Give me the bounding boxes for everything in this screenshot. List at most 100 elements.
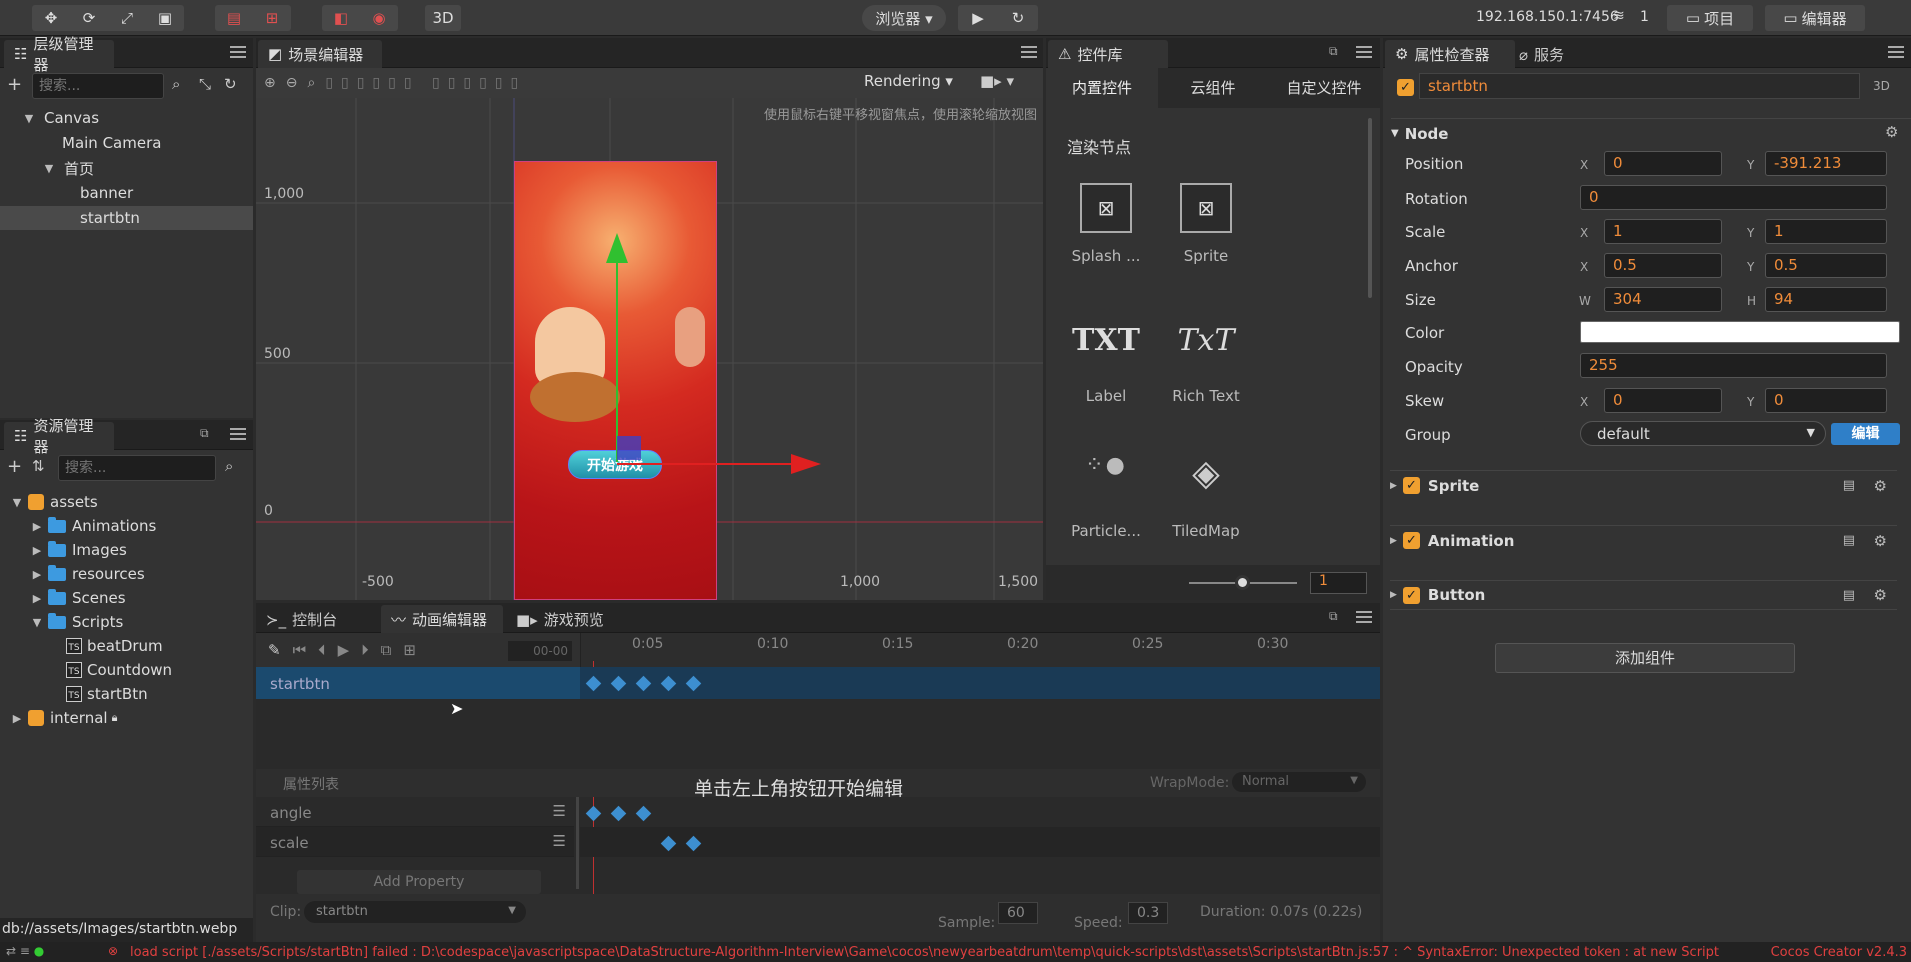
asset-folder-scripts[interactable]: ▼ Scripts bbox=[0, 610, 253, 634]
add-frame-icon[interactable]: ⊞ bbox=[403, 641, 416, 659]
tab-animation-editor[interactable]: 〰动画编辑器 bbox=[381, 605, 503, 633]
skew-y-input[interactable]: 0 bbox=[1765, 388, 1887, 413]
node-track-label[interactable]: startbtn bbox=[256, 667, 580, 699]
start-button-sprite[interactable]: 开始游戏 bbox=[568, 450, 662, 479]
tree-node-main-camera[interactable]: Main Camera bbox=[0, 131, 253, 155]
hierarchy-menu-icon[interactable] bbox=[230, 46, 246, 58]
tab-custom[interactable]: 自定义控件 bbox=[1268, 68, 1380, 108]
caret-down-icon[interactable]: ▼ bbox=[30, 616, 44, 629]
skew-x-input[interactable]: 0 bbox=[1604, 388, 1722, 413]
hierarchy-tab[interactable]: ☷ 层级管理器 bbox=[4, 35, 114, 74]
play-icon[interactable]: ▶ bbox=[338, 641, 350, 659]
node-section-header[interactable]: ▼ Node bbox=[1391, 118, 1911, 148]
position-y-input[interactable]: -391.213 bbox=[1765, 151, 1887, 176]
inspector-menu-icon[interactable] bbox=[1888, 46, 1904, 58]
node-settings-gear-icon[interactable]: ⚙ bbox=[1885, 123, 1898, 141]
divider[interactable] bbox=[576, 797, 579, 889]
asset-script-startbtn[interactable]: TS startBtn bbox=[0, 682, 253, 706]
scene-menu-icon[interactable] bbox=[1021, 46, 1037, 58]
anchor-y-input[interactable]: 0.5 bbox=[1765, 253, 1887, 278]
asset-internal[interactable]: ▶ internal 🔒︎ bbox=[0, 706, 253, 730]
sample-input[interactable]: 60 bbox=[998, 902, 1038, 924]
pivot-icon[interactable]: ▤ bbox=[215, 5, 253, 31]
edit-mode-icon[interactable]: ✎ bbox=[268, 641, 281, 659]
rect-tool-icon[interactable]: ▣ bbox=[146, 5, 184, 31]
library-menu-icon[interactable] bbox=[1356, 46, 1372, 58]
gear-icon[interactable]: ⚙ bbox=[1874, 586, 1887, 604]
zoom-out-icon[interactable]: ⊖ bbox=[286, 75, 298, 91]
wrapmode-select[interactable]: Normal ▼ bbox=[1232, 772, 1366, 792]
tab-builtin[interactable]: 内置控件 bbox=[1046, 68, 1158, 108]
doc-icon[interactable]: ▤ bbox=[1843, 588, 1855, 603]
tab-console[interactable]: ≻_ 控制台 bbox=[266, 609, 337, 630]
editor-button[interactable]: ▭ 编辑器 bbox=[1765, 5, 1865, 31]
inspector-tab[interactable]: ⚙ 属性检查器 bbox=[1385, 40, 1515, 68]
asset-folder-resources[interactable]: ▶ resources bbox=[0, 562, 253, 586]
service-tab[interactable]: ⌀ 服务 bbox=[1519, 44, 1564, 65]
caret-right-icon[interactable]: ▶ bbox=[10, 712, 24, 725]
asset-folder-scenes[interactable]: ▶ Scenes bbox=[0, 586, 253, 610]
button-component-header[interactable]: ▶ ✓ Button ▤ ⚙ bbox=[1390, 580, 1897, 610]
status-icons[interactable]: ⇄ ≡ ● bbox=[6, 944, 44, 958]
asset-folder-images[interactable]: ▶ Images bbox=[0, 538, 253, 562]
search-icon[interactable]: ⌕ bbox=[225, 457, 233, 475]
snap-icon[interactable]: ◧ bbox=[322, 5, 360, 31]
tree-node-startbtn[interactable]: startbtn bbox=[0, 206, 253, 230]
scale-tool-icon[interactable]: ⤢ bbox=[108, 5, 146, 31]
position-x-input[interactable]: 0 bbox=[1604, 151, 1722, 176]
gear-icon[interactable]: ⚙ bbox=[1874, 532, 1887, 550]
move-tool-icon[interactable]: ✥ bbox=[32, 5, 70, 31]
animation-component-header[interactable]: ▶ ✓ Animation ▤ ⚙ bbox=[1390, 525, 1897, 555]
size-h-input[interactable]: 94 bbox=[1765, 287, 1887, 312]
play-icon[interactable]: ▶ bbox=[958, 5, 998, 31]
asset-script-beatdrum[interactable]: TS beatDrum bbox=[0, 634, 253, 658]
assets-search-input[interactable] bbox=[58, 455, 216, 481]
popout-icon[interactable]: ⧉ bbox=[1329, 609, 1338, 624]
doc-icon[interactable]: ▤ bbox=[1843, 478, 1855, 493]
add-component-button[interactable]: 添加组件 bbox=[1495, 643, 1795, 673]
scale-y-input[interactable]: 1 bbox=[1765, 219, 1887, 244]
anchor-x-input[interactable]: 0.5 bbox=[1604, 253, 1722, 278]
scene-tab[interactable]: ◩ 场景编辑器 bbox=[258, 40, 382, 68]
prev-frame-icon[interactable]: ⏴ bbox=[318, 641, 326, 659]
keyframe[interactable] bbox=[585, 805, 602, 822]
caret-down-icon[interactable]: ▼ bbox=[22, 112, 36, 125]
sprite-enabled-checkbox[interactable]: ✓ bbox=[1402, 477, 1420, 494]
add-node-icon[interactable]: + bbox=[7, 74, 22, 95]
library-item-splash[interactable]: ⊠ Splash ... bbox=[1061, 183, 1151, 265]
local-icon[interactable]: ⊞ bbox=[253, 5, 291, 31]
browser-select[interactable]: 浏览器 ▾ bbox=[862, 5, 946, 31]
group-select[interactable]: default ▼ bbox=[1580, 421, 1826, 446]
zoom-in-icon[interactable]: ⊕ bbox=[264, 75, 276, 91]
library-tab[interactable]: ⚠ 控件库 bbox=[1048, 40, 1168, 68]
animation-enabled-checkbox[interactable]: ✓ bbox=[1402, 532, 1420, 549]
add-asset-icon[interactable]: + bbox=[7, 456, 22, 477]
bottom-menu-icon[interactable] bbox=[1356, 611, 1372, 623]
rotate-tool-icon[interactable]: ⟳ bbox=[70, 5, 108, 31]
tab-cloud[interactable]: 云组件 bbox=[1158, 68, 1268, 108]
jump-first-icon[interactable]: ⏮ bbox=[293, 641, 307, 659]
canvas-background-image[interactable] bbox=[514, 161, 717, 600]
scale-x-input[interactable]: 1 bbox=[1604, 219, 1722, 244]
opacity-input[interactable]: 255 bbox=[1580, 353, 1887, 378]
hierarchy-search-input[interactable] bbox=[32, 73, 164, 99]
group-edit-button[interactable]: 编辑 bbox=[1831, 423, 1900, 445]
caret-down-icon[interactable]: ▼ bbox=[42, 162, 56, 175]
keyframe[interactable] bbox=[635, 805, 652, 822]
node-name-input[interactable]: startbtn bbox=[1419, 73, 1860, 99]
sprite-component-header[interactable]: ▶ ✓ Sprite ▤ ⚙ bbox=[1390, 470, 1897, 500]
library-scrollbar[interactable] bbox=[1368, 118, 1372, 298]
library-item-tiledmap[interactable]: ◈ TiledMap bbox=[1161, 453, 1251, 540]
search-icon[interactable]: ⌕ bbox=[172, 75, 180, 93]
tree-node-canvas[interactable]: ▼ Canvas bbox=[0, 106, 253, 130]
button-enabled-checkbox[interactable]: ✓ bbox=[1402, 586, 1420, 604]
gear-icon[interactable]: ⚙ bbox=[1874, 477, 1887, 495]
size-w-input[interactable]: 304 bbox=[1604, 287, 1722, 312]
caret-down-icon[interactable]: ▼ bbox=[10, 496, 24, 509]
clip-select[interactable]: startbtn ▼ bbox=[304, 901, 526, 923]
row-menu-icon[interactable]: ☰ bbox=[553, 802, 566, 820]
assets-tab[interactable]: ☷ 资源管理器 bbox=[4, 417, 114, 456]
tree-node-banner[interactable]: banner bbox=[0, 181, 253, 205]
align-icons[interactable]: ▯▯▯▯▯▯ ▯▯▯▯▯▯ bbox=[325, 75, 526, 91]
zoom-value-input[interactable]: 1 bbox=[1310, 572, 1367, 594]
